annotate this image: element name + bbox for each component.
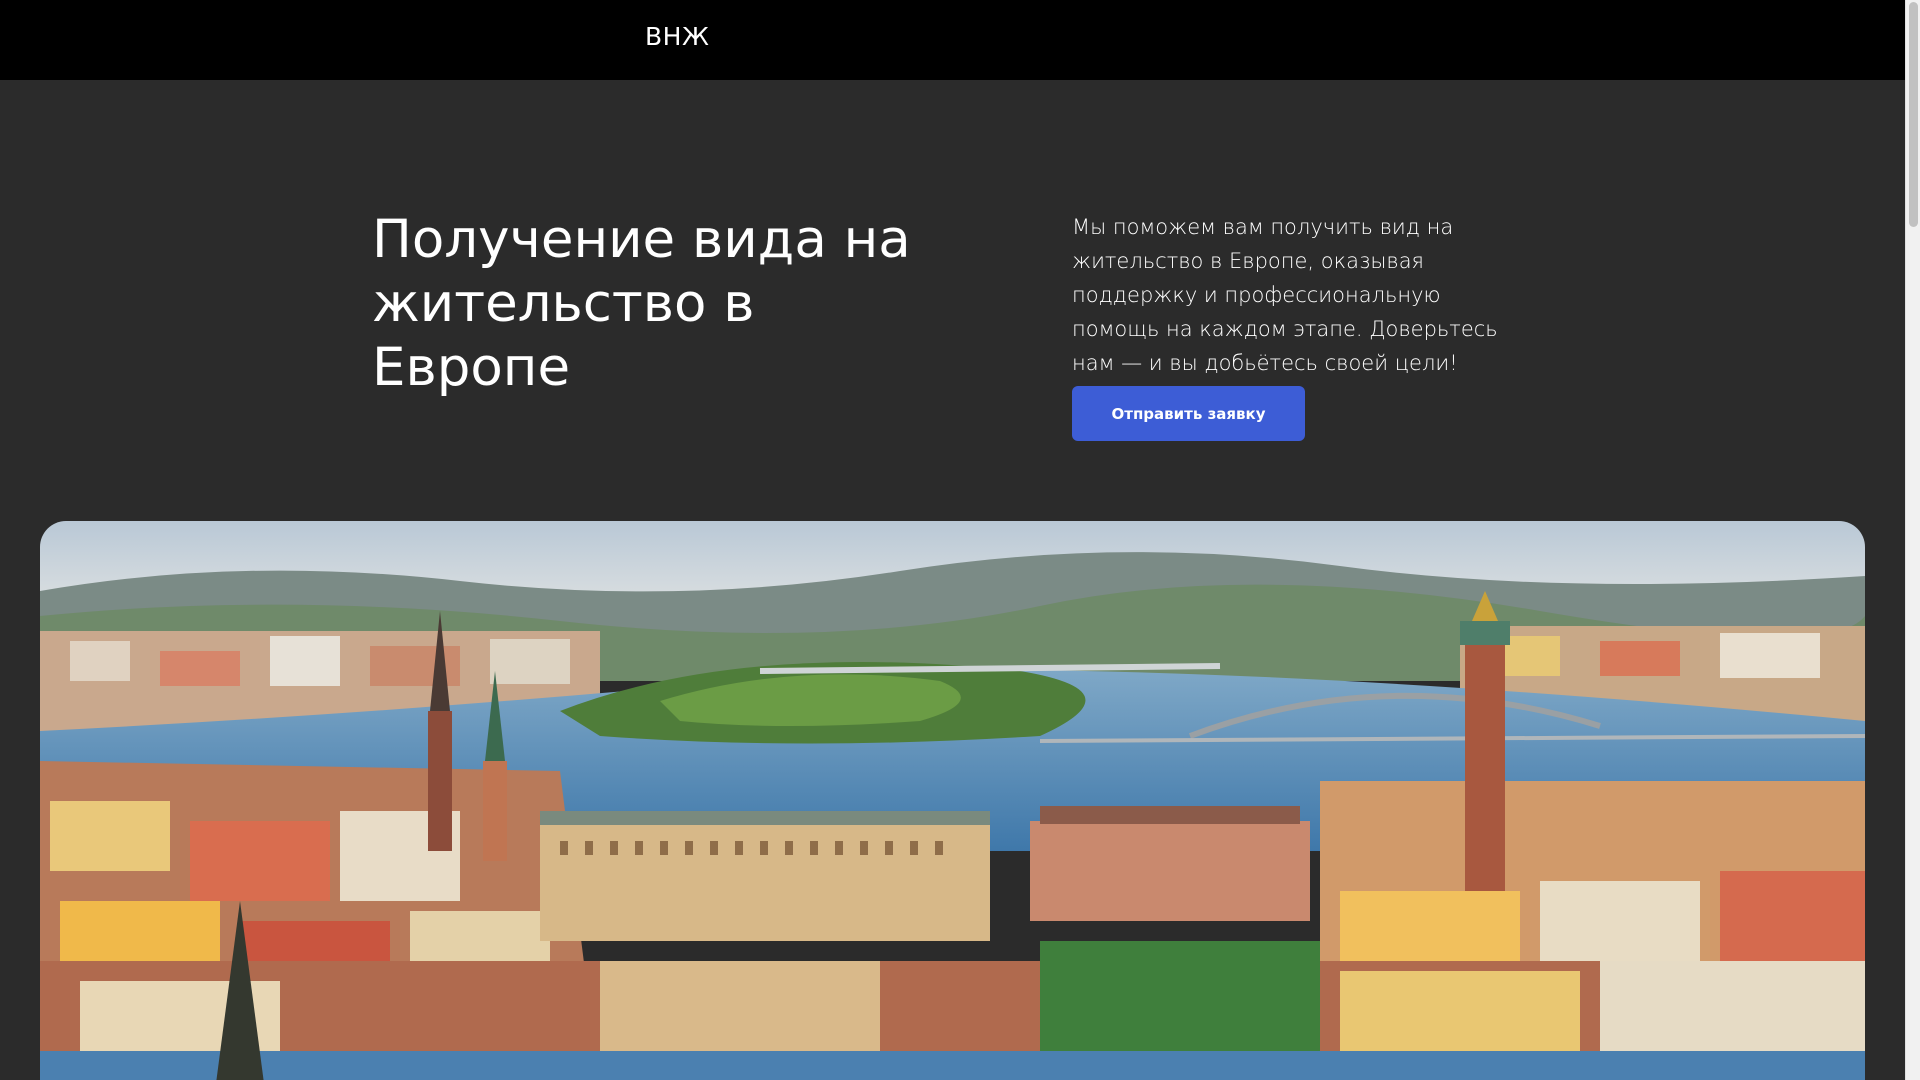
city-panorama-image [40, 521, 1865, 1080]
submit-application-button[interactable]: Отправить заявку [1072, 386, 1305, 441]
logo[interactable]: ВНЖ [645, 22, 709, 51]
top-bar: ВНЖ [0, 0, 1905, 80]
hero-title: Получение вида на жительство в Европе [372, 209, 911, 398]
scrollbar-thumb[interactable] [1909, 2, 1918, 227]
city-panorama-illustration [40, 521, 1865, 1080]
page: ВНЖ Получение вида на жительство в Европ… [0, 0, 1920, 1080]
vertical-scrollbar[interactable] [1905, 0, 1920, 1080]
hero-description: Мы поможем вам получить вид на жительств… [1072, 215, 1498, 375]
